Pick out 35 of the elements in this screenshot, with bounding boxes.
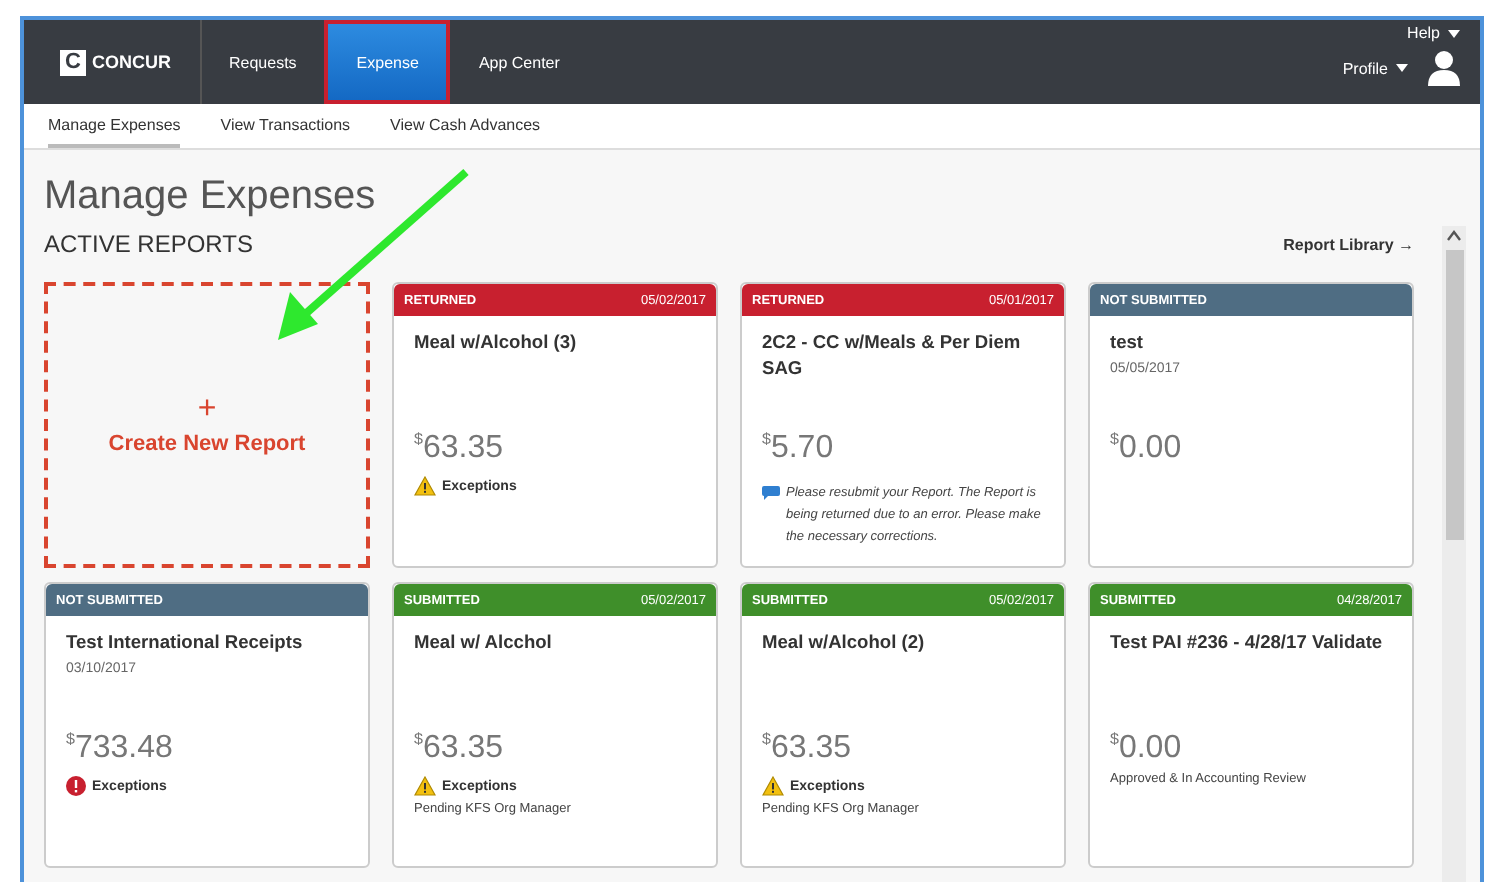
scroll-up-icon[interactable] <box>1446 230 1462 242</box>
report-amount: $^{$}$0.00 <box>1110 730 1184 767</box>
subnav-tab[interactable]: View Cash Advances <box>390 104 541 148</box>
nav-tab[interactable]: Expense <box>324 20 451 104</box>
scrollbar[interactable] <box>1442 226 1466 882</box>
report-library-link[interactable]: Report Library → <box>1283 235 1414 253</box>
nav-tab[interactable]: Requests <box>201 20 325 104</box>
caret-icon <box>1396 64 1408 73</box>
report-title: Meal w/ Alcchol <box>414 630 554 656</box>
warning-icon <box>762 776 784 797</box>
report-amount: $^{$}$733.48 <box>66 730 175 767</box>
comment-icon <box>762 486 780 501</box>
page-title: Manage Expenses <box>44 174 378 220</box>
user-icon[interactable] <box>1428 50 1460 86</box>
report-title: test <box>1110 330 1146 356</box>
report-title: Meal w/Alcohol (2) <box>762 630 927 656</box>
warning-icon <box>414 776 436 797</box>
subnav-tab[interactable]: View Transactions <box>220 104 351 148</box>
report-amount: $^{$}$63.35 <box>414 430 505 467</box>
report-amount: $^{$}$0.00 <box>1110 430 1184 467</box>
caret-icon <box>1448 29 1460 38</box>
report-title: Meal w/Alcohol (3) <box>414 330 579 356</box>
subnav-tab[interactable]: Manage Expenses <box>48 104 181 148</box>
report-title: Test PAI #236 - 4/28/17 Validate <box>1110 630 1385 656</box>
nav-tab[interactable]: App Center <box>450 20 588 104</box>
report-title: Test International Receipts <box>66 630 305 656</box>
report-amount: $^{$}$63.35 <box>762 730 853 767</box>
warning-icon <box>414 476 436 497</box>
profile-menu[interactable]: Profile <box>1342 59 1408 77</box>
report-amount: $^{$}$5.70 <box>762 430 836 467</box>
error-icon <box>66 776 86 797</box>
report-amount: $^{$}$63.35 <box>414 730 505 767</box>
help-menu[interactable]: Help <box>1407 24 1460 42</box>
report-title: 2C2 - CC w/Meals & Per Diem SAG <box>762 330 1023 382</box>
section-title: ACTIVE REPORTS <box>44 230 253 258</box>
